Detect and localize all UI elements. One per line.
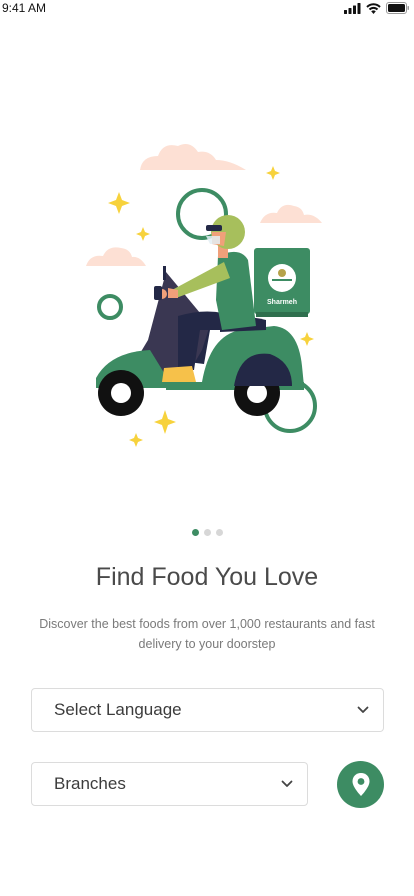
- page-dot[interactable]: [203, 529, 211, 536]
- language-select[interactable]: Select Language: [31, 688, 384, 732]
- language-select-label: Select Language: [54, 700, 182, 719]
- sparkle-icon: [300, 332, 314, 346]
- cloud-shape: [140, 144, 246, 170]
- location-button[interactable]: [337, 761, 384, 808]
- ring-decoration: [97, 294, 123, 320]
- sparkle-icon: [136, 227, 150, 241]
- battery-icon: [386, 2, 409, 14]
- onboarding-title: Find Food You Love: [95, 563, 319, 591]
- delivery-box: Sharmeh: [254, 248, 310, 317]
- branches-select[interactable]: Branches: [31, 762, 308, 806]
- status-time: 9:41 AM: [2, 1, 47, 15]
- status-icons: [344, 2, 414, 14]
- sparkle-icon: [129, 433, 143, 447]
- sparkle-icon: [154, 410, 176, 434]
- onboarding-subtitle: Discover the best foods from over 1,000 …: [39, 617, 375, 651]
- page-dot[interactable]: [215, 529, 223, 536]
- branches-select-label: Branches: [54, 774, 126, 793]
- chevron-down-icon: [357, 706, 369, 713]
- page-dot-active[interactable]: [191, 529, 199, 536]
- chevron-down-icon: [281, 780, 293, 787]
- signal-icon: [344, 2, 361, 14]
- cloud-shape: [260, 204, 322, 223]
- sparkle-icon: [108, 192, 130, 214]
- status-bar: 9:41 AM: [0, 0, 414, 16]
- box-brand-label: Sharmeh: [267, 299, 297, 306]
- page-indicator: [0, 529, 414, 536]
- cloud-shape: [86, 247, 146, 266]
- delivery-illustration: Sharmeh: [70, 130, 350, 460]
- sparkle-icon: [266, 166, 280, 180]
- location-pin-icon: [352, 773, 369, 796]
- wifi-icon: [366, 2, 381, 14]
